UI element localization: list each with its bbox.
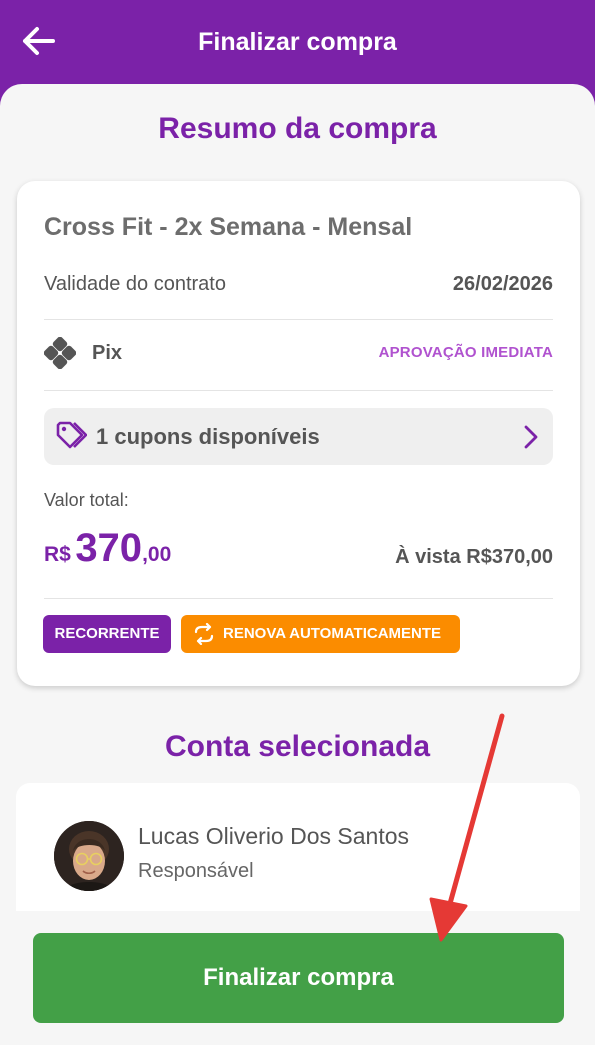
- total-label: Valor total:: [44, 490, 129, 510]
- price-cents: ,00: [142, 543, 172, 566]
- total-price: R$ 370,00: [44, 526, 171, 571]
- cash-price: À vista R$370,00: [395, 546, 553, 568]
- account-name: Lucas Oliverio Dos Santos: [138, 823, 410, 849]
- price-currency: R$: [44, 543, 71, 566]
- repeat-icon: [194, 623, 214, 645]
- account-role: Responsável: [138, 860, 254, 882]
- header-title: Finalizar compra: [198, 28, 397, 56]
- chevron-right-icon: [524, 425, 538, 449]
- content-sheet: Resumo da compra Cross Fit - 2x Semana -…: [0, 84, 595, 1045]
- plan-name: Cross Fit - 2x Semana - Mensal: [44, 213, 413, 241]
- pix-icon: [44, 337, 76, 369]
- purchase-summary-card: Cross Fit - 2x Semana - Mensal Validade …: [17, 181, 580, 686]
- account-title: Conta selecionada: [164, 730, 431, 763]
- tag-icon: [56, 421, 87, 449]
- coupons-button[interactable]: 1 cupons disponíveis: [44, 408, 553, 465]
- app-header: Finalizar compra: [0, 0, 595, 90]
- validity-label: Validade do contrato: [44, 273, 226, 295]
- approval-status: APROVAÇÃO IMEDIATA: [378, 344, 553, 361]
- auto-renew-badge: RENOVA AUTOMATICAMENTE: [181, 615, 460, 653]
- divider: [44, 390, 553, 391]
- recurring-badge: RECORRENTE: [43, 615, 171, 653]
- coupons-label: 1 cupons disponíveis: [96, 424, 320, 449]
- summary-title: Resumo da compra: [158, 112, 437, 145]
- divider: [44, 319, 553, 320]
- auto-renew-label: RENOVA AUTOMATICAMENTE: [223, 625, 442, 642]
- price-integer: 370: [75, 526, 143, 570]
- avatar: [54, 821, 124, 891]
- payment-method-label: Pix: [92, 342, 123, 364]
- validity-date: 26/02/2026: [452, 273, 553, 295]
- finalize-purchase-button[interactable]: Finalizar compra: [33, 933, 564, 1023]
- divider: [44, 598, 553, 599]
